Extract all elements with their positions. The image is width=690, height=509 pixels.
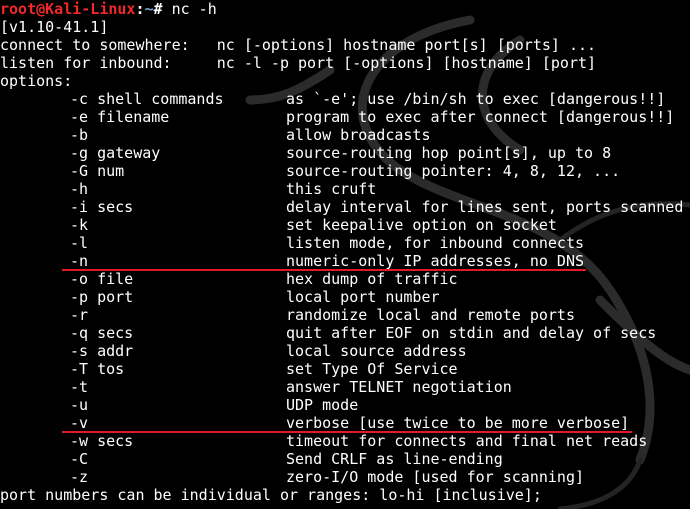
option-row: -r randomize local and remote ports xyxy=(0,306,690,324)
option-description: local port number xyxy=(286,288,440,306)
option-flag: -G num xyxy=(70,162,125,180)
option-flag: -q secs xyxy=(70,324,134,342)
option-description: UDP mode xyxy=(286,396,359,414)
footer-line: port numbers can be individual or ranges… xyxy=(0,486,542,504)
option-description: set Type Of Service xyxy=(286,360,458,378)
option-row: -T tos set Type Of Service xyxy=(0,360,690,378)
option-flag: -w secs xyxy=(70,432,134,450)
option-flag: -g gateway xyxy=(70,144,161,162)
option-row: -k set keepalive option on socket xyxy=(0,216,690,234)
option-flag: -t xyxy=(70,378,89,396)
option-row-verbose: -v verbose [use twice to be more verbose] xyxy=(0,414,690,432)
usage-connect-line: connect to somewhere: nc [-options] host… xyxy=(0,36,597,54)
prompt-symbol: # xyxy=(153,0,163,18)
option-flag: -e filename xyxy=(70,108,170,126)
option-flag: -n xyxy=(70,252,89,270)
option-flag: -p port xyxy=(70,288,134,306)
annotation-underline-verbose xyxy=(62,431,632,433)
usage-listen-line: listen for inbound: nc -l -p port [-opti… xyxy=(0,54,597,72)
option-description: numeric-only IP addresses, no DNS xyxy=(286,252,585,270)
version-line: [v1.10-41.1] xyxy=(0,18,109,36)
annotation-underline-numeric xyxy=(62,269,586,271)
option-row: -p port local port number xyxy=(0,288,690,306)
option-row: -e filename program to exec after connect… xyxy=(0,108,690,126)
option-description: source-routing hop point[s], up to 8 xyxy=(286,144,612,162)
option-flag: -l xyxy=(70,234,89,252)
option-description: answer TELNET negotiation xyxy=(286,378,512,396)
option-row: -u UDP mode xyxy=(0,396,690,414)
option-description: set keepalive option on socket xyxy=(286,216,557,234)
option-flag: -v xyxy=(70,414,89,432)
option-description: verbose [use twice to be more verbose] xyxy=(286,414,630,432)
option-row: -z zero-I/O mode [used for scanning] xyxy=(0,468,690,486)
option-row: -q secs quit after EOF on stdin and delay… xyxy=(0,324,690,342)
option-flag: -h xyxy=(70,180,89,198)
option-flag: -b xyxy=(70,126,89,144)
option-description: zero-I/O mode [used for scanning] xyxy=(286,468,585,486)
prompt-command: nc -h xyxy=(162,0,217,18)
prompt-separator: : xyxy=(135,0,145,18)
option-flag: -c shell commands xyxy=(70,90,224,108)
options-header: options: xyxy=(0,72,73,90)
option-row: -t answer TELNET negotiation xyxy=(0,378,690,396)
option-description: Send CRLF as line-ending xyxy=(286,450,503,468)
option-flag: -i secs xyxy=(70,198,134,216)
option-row: -i secs delay interval for lines sent, po… xyxy=(0,198,690,216)
option-row: -G num source-routing pointer: 4, 8, 12, … xyxy=(0,162,690,180)
option-row: -s addr local source address xyxy=(0,342,690,360)
option-description: hex dump of traffic xyxy=(286,270,458,288)
option-description: as `-e'; use /bin/sh to exec [dangerous!… xyxy=(286,90,666,108)
option-description: listen mode, for inbound connects xyxy=(286,234,585,252)
option-description: program to exec after connect [dangerous… xyxy=(286,108,675,126)
option-description: allow broadcasts xyxy=(286,126,431,144)
option-flag: -T tos xyxy=(70,360,125,378)
option-description: delay interval for lines sent, ports sca… xyxy=(286,198,684,216)
option-row: -w secs timeout for connects and final ne… xyxy=(0,432,690,450)
option-row: -l listen mode, for inbound connects xyxy=(0,234,690,252)
option-description: quit after EOF on stdin and delay of sec… xyxy=(286,324,657,342)
option-row: -h this cruft xyxy=(0,180,690,198)
option-description: randomize local and remote ports xyxy=(286,306,575,324)
prompt-line: root@Kali-Linux:~# nc -h xyxy=(0,0,217,18)
option-row: -C Send CRLF as line-ending xyxy=(0,450,690,468)
terminal-window[interactable]: root@Kali-Linux:~# nc -h [v1.10-41.1] co… xyxy=(0,0,690,509)
option-flag: -u xyxy=(70,396,89,414)
option-flag: -o file xyxy=(70,270,134,288)
option-row: -b allow broadcasts xyxy=(0,126,690,144)
option-row: -o file hex dump of traffic xyxy=(0,270,690,288)
prompt-path: ~ xyxy=(144,0,154,18)
option-flag: -z xyxy=(70,468,89,486)
option-flag: -k xyxy=(70,216,89,234)
option-description: local source address xyxy=(286,342,467,360)
option-flag: -C xyxy=(70,450,89,468)
prompt-user-host: root@Kali-Linux xyxy=(0,0,136,18)
option-description: timeout for connects and final net reads xyxy=(286,432,648,450)
option-row: -g gateway source-routing hop point[s], u… xyxy=(0,144,690,162)
option-flag: -s addr xyxy=(70,342,134,360)
option-row: -c shell commands as `-e'; use /bin/sh to… xyxy=(0,90,690,108)
option-row-numeric: -n numeric-only IP addresses, no DNS xyxy=(0,252,690,270)
option-description: this cruft xyxy=(286,180,377,198)
option-flag: -r xyxy=(70,306,89,324)
option-description: source-routing pointer: 4, 8, 12, ... xyxy=(286,162,621,180)
